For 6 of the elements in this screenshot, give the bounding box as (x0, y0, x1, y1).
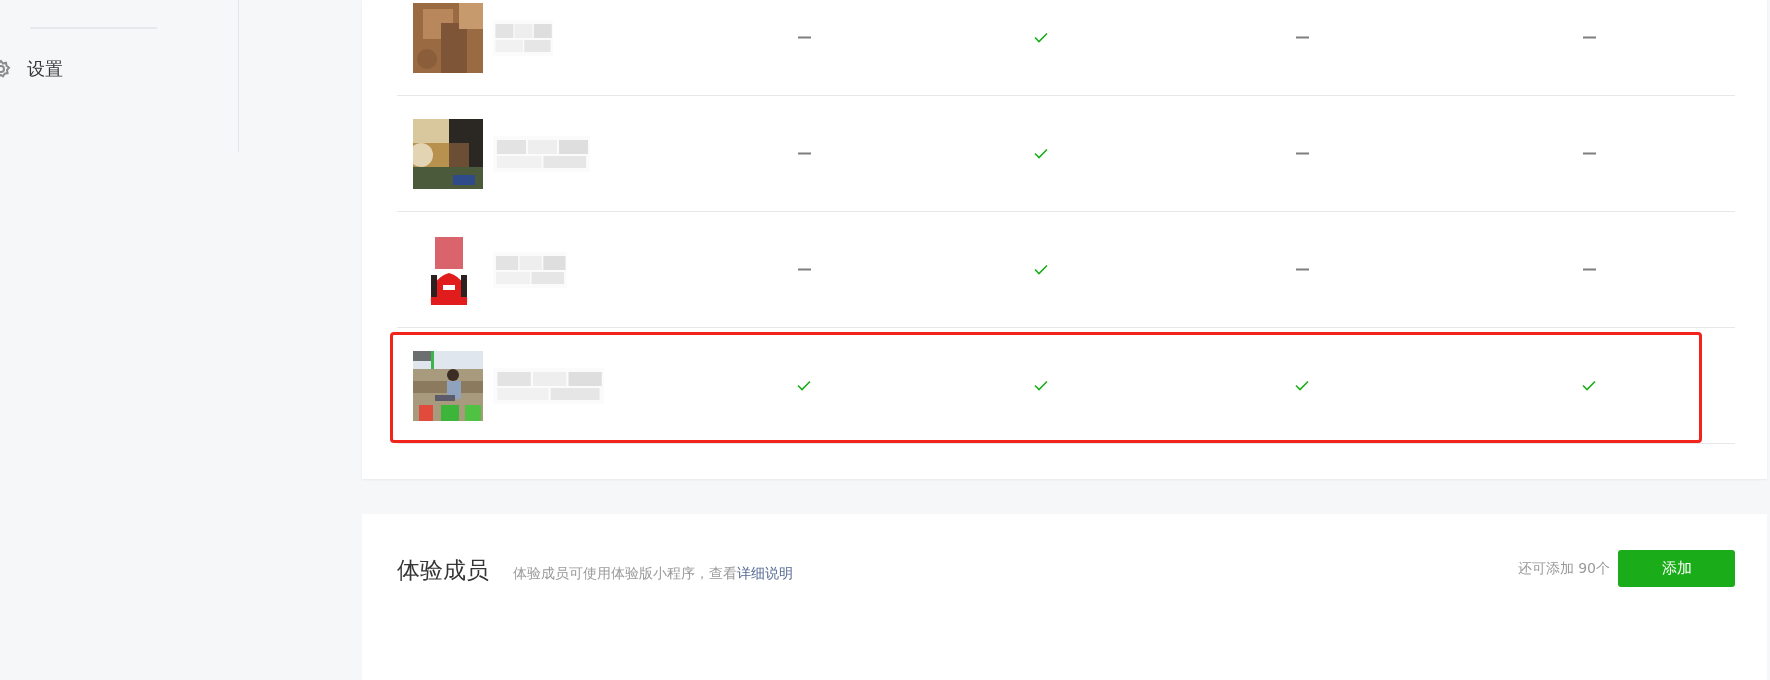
details-link[interactable]: 详细说明 (737, 565, 793, 581)
add-button[interactable]: 添加 (1618, 550, 1735, 587)
sidebar-item[interactable]: 设置 (0, 55, 63, 82)
section-title: 体验成员 (397, 556, 489, 585)
remaining-count: 还可添加 90个 (1517, 559, 1610, 578)
section-description: 体验成员可使用体验版小程序，查看详细说明 (513, 564, 793, 583)
